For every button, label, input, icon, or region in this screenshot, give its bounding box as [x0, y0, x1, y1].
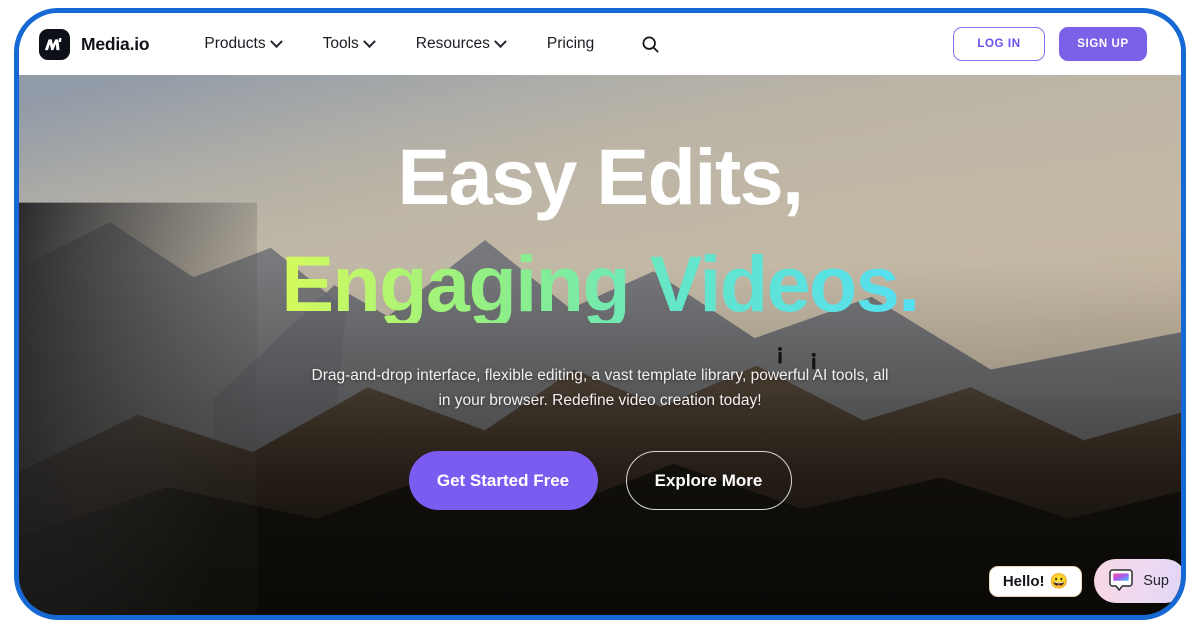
main-nav: Products Tools Resources Pricing: [183, 31, 663, 57]
nav-item-label: Products: [204, 35, 266, 52]
nav-item-label: Pricing: [546, 35, 595, 52]
search-icon[interactable]: [637, 31, 663, 57]
page-subtitle: Engaging Videos.: [281, 239, 920, 328]
hello-bubble-label: Hello!: [1002, 572, 1045, 590]
login-button[interactable]: LOG IN: [953, 27, 1045, 61]
media-io-logo-icon: [39, 28, 70, 60]
chevron-down-icon: [494, 34, 507, 48]
get-started-free-button[interactable]: Get Started Free: [408, 451, 598, 511]
hero-description-line2: in your browser. Redefine video creation…: [438, 392, 762, 410]
nav-item-tools[interactable]: Tools: [302, 34, 395, 53]
hero-section: Easy Edits, Engaging Videos. Drag-and-dr…: [19, 75, 1181, 615]
hero-cta-row: Get Started Free Explore More: [19, 451, 1181, 511]
chat-bubble-icon: [1108, 568, 1134, 594]
support-chat-label: Sup: [1143, 573, 1169, 589]
hello-bubble[interactable]: Hello! 😀: [988, 565, 1083, 597]
headline-line2-wrap: Engaging Videos.: [19, 216, 1181, 323]
brand-logo[interactable]: Media.io: [39, 28, 150, 60]
nav-item-products[interactable]: Products: [183, 34, 301, 53]
nav-item-label: Resources: [415, 35, 490, 52]
chat-widget-dock: Hello! 😀 Sup: [988, 559, 1181, 603]
page-viewport: Media.io Products Tools Resources Pricin…: [19, 13, 1181, 615]
auth-actions: LOG IN SIGN UP: [953, 27, 1147, 61]
hero-content: Easy Edits, Engaging Videos. Drag-and-dr…: [19, 75, 1181, 511]
nav-item-pricing[interactable]: Pricing: [526, 35, 615, 53]
page-title: Easy Edits,: [397, 132, 804, 221]
chevron-down-icon: [362, 34, 376, 48]
site-header: Media.io Products Tools Resources Pricin…: [19, 13, 1181, 75]
nav-item-resources[interactable]: Resources: [395, 34, 526, 53]
support-chat-button[interactable]: Sup: [1094, 559, 1181, 603]
hero-description: Drag-and-drop interface, flexible editin…: [19, 363, 1181, 413]
smiley-face-icon: 😀: [1049, 572, 1069, 590]
explore-more-button[interactable]: Explore More: [625, 451, 792, 511]
browser-frame: Media.io Products Tools Resources Pricin…: [14, 8, 1186, 620]
chevron-down-icon: [269, 34, 283, 48]
brand-name: Media.io: [81, 33, 150, 54]
hero-description-line1: Drag-and-drop interface, flexible editin…: [311, 367, 889, 384]
nav-item-label: Tools: [322, 35, 359, 52]
signup-button[interactable]: SIGN UP: [1059, 27, 1147, 61]
